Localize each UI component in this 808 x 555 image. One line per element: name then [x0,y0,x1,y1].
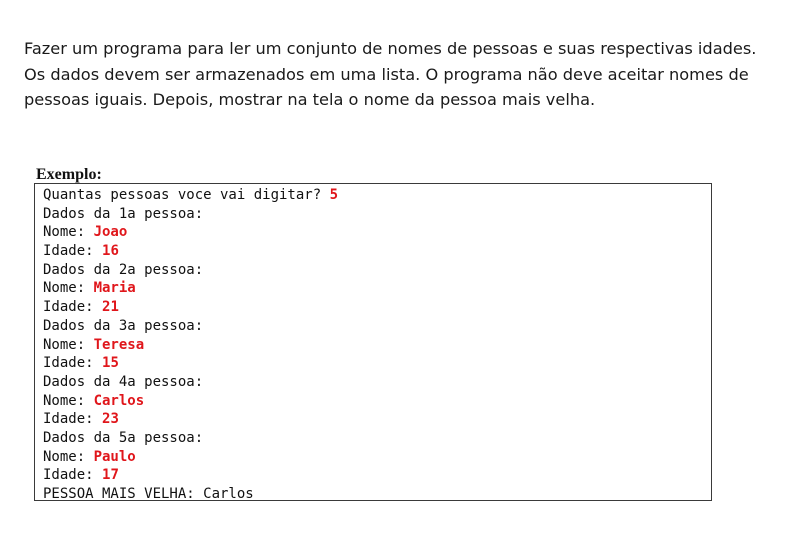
console-input: 5 [329,187,339,203]
console-prompt: Idade: [43,299,103,316]
console-input: Paulo [93,448,136,465]
statement-line: Os dados devem ser armazenados em uma li… [24,64,749,84]
console-input: Maria [93,280,136,297]
console-output-box: Quantas pessoas voce vai digitar? 5 Dado… [34,183,712,504]
console-input: 23 [102,411,119,428]
console-input: Teresa [93,336,145,353]
console-line: Idade: 21 [43,298,711,317]
statement-line: Fazer um programa para ler um conjunto d… [24,39,757,58]
console-line: Nome: Joao [43,223,711,242]
console-input: 21 [102,299,119,316]
console-prompt: Dados da 3a pessoa: [43,317,204,334]
console-prompt: Nome: [43,392,94,409]
console-prompt: PESSOA MAIS VELHA: Carlos [43,486,254,502]
example-heading: Exemplo: [36,166,102,183]
console-line: Idade: 23 [43,410,711,429]
console-prompt: Idade: [43,411,103,428]
console-prompt: Dados da 4a pessoa: [43,373,204,390]
console-prompt: Nome: [43,448,94,465]
console-line: Nome: Carlos [43,392,711,411]
console-prompt: Idade: [43,467,103,484]
exercise-statement: Fazer um programa para ler um conjunto d… [24,36,784,113]
console-input: 17 [102,467,119,484]
console-line: Dados da 3a pessoa: [43,317,711,336]
console-input: 15 [102,355,119,372]
console-line: Nome: Paulo [43,448,711,467]
console-input: Joao [93,224,128,241]
statement-line: pessoas iguais. Depois, mostrar na tela … [24,90,596,109]
console-input: Carlos [93,392,145,409]
console-line: Nome: Teresa [43,336,711,355]
console-line: Dados da 5a pessoa: [43,429,711,448]
console-line: Dados da 4a pessoa: [43,373,711,392]
console-line: Nome: Maria [43,279,711,298]
console-line: Idade: 15 [43,354,711,373]
console-prompt: Nome: [43,280,94,297]
console-input: 16 [102,243,119,260]
console-line: Quantas pessoas voce vai digitar? 5 [43,186,711,205]
console-line: Dados da 1a pessoa: [43,205,711,224]
console-prompt: Quantas pessoas voce vai digitar? [43,187,330,203]
console-prompt: Nome: [43,336,94,353]
console-prompt: Dados da 1a pessoa: [43,205,204,222]
console-prompt: Idade: [43,355,103,372]
console-line: Idade: 16 [43,242,711,261]
console-prompt: Dados da 2a pessoa: [43,261,204,278]
console-prompt: Dados da 5a pessoa: [43,429,204,446]
console-line: Idade: 17 [43,466,711,485]
console-line: Dados da 2a pessoa: [43,261,711,280]
console-line: PESSOA MAIS VELHA: Carlos [43,485,711,504]
console-prompt: Idade: [43,243,103,260]
console-prompt: Nome: [43,224,94,241]
